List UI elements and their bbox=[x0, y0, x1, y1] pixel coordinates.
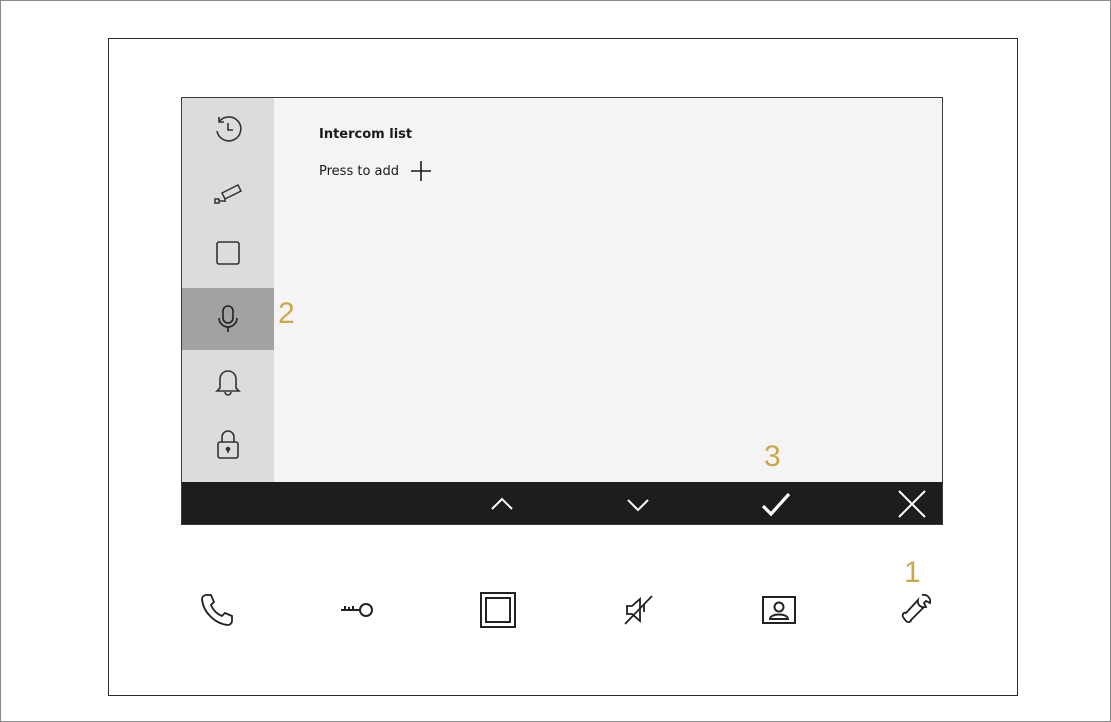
sidebar-item-ring[interactable] bbox=[182, 350, 274, 412]
sidebar bbox=[182, 98, 274, 482]
confirm-button[interactable] bbox=[754, 486, 798, 522]
display-screen: Intercom list Press to add bbox=[181, 97, 943, 525]
plus-icon bbox=[411, 161, 431, 181]
mute-button[interactable] bbox=[617, 588, 661, 632]
sidebar-item-history[interactable] bbox=[182, 98, 274, 160]
history-icon bbox=[216, 116, 242, 142]
square-frame-icon bbox=[480, 592, 516, 628]
monitor-button[interactable] bbox=[476, 588, 520, 632]
lock-icon bbox=[217, 430, 239, 459]
camera-icon bbox=[214, 183, 243, 204]
settings-button[interactable] bbox=[895, 588, 939, 632]
add-label: Press to add bbox=[319, 163, 399, 179]
add-intercom-button[interactable]: Press to add bbox=[319, 160, 432, 182]
microphone-icon bbox=[218, 305, 238, 332]
sidebar-item-screen[interactable] bbox=[182, 222, 274, 284]
unlock-button[interactable] bbox=[335, 588, 379, 632]
mute-speaker-icon bbox=[624, 595, 653, 625]
contact-card-icon bbox=[762, 596, 796, 624]
callout-3: 3 bbox=[764, 440, 781, 473]
square-icon bbox=[216, 241, 240, 265]
page-title: Intercom list bbox=[319, 127, 413, 142]
down-button[interactable] bbox=[616, 486, 660, 522]
sidebar-item-lock[interactable] bbox=[182, 414, 274, 476]
bell-icon bbox=[215, 370, 241, 396]
close-button[interactable] bbox=[890, 486, 934, 522]
key-icon bbox=[341, 603, 373, 617]
checkmark-icon bbox=[761, 492, 791, 517]
down-arrow-icon bbox=[627, 499, 649, 512]
sidebar-item-intercom[interactable] bbox=[182, 288, 274, 350]
callout-1: 1 bbox=[904, 556, 921, 589]
wrench-icon bbox=[901, 593, 932, 623]
up-arrow-icon bbox=[491, 497, 513, 510]
contact-button[interactable] bbox=[757, 588, 801, 632]
sidebar-item-camera[interactable] bbox=[182, 160, 274, 222]
callout-2: 2 bbox=[278, 297, 295, 330]
bottom-toolbar bbox=[182, 482, 942, 524]
up-button[interactable] bbox=[480, 486, 524, 522]
close-icon bbox=[898, 490, 926, 518]
phone-icon bbox=[201, 594, 233, 626]
call-button[interactable] bbox=[195, 588, 239, 632]
